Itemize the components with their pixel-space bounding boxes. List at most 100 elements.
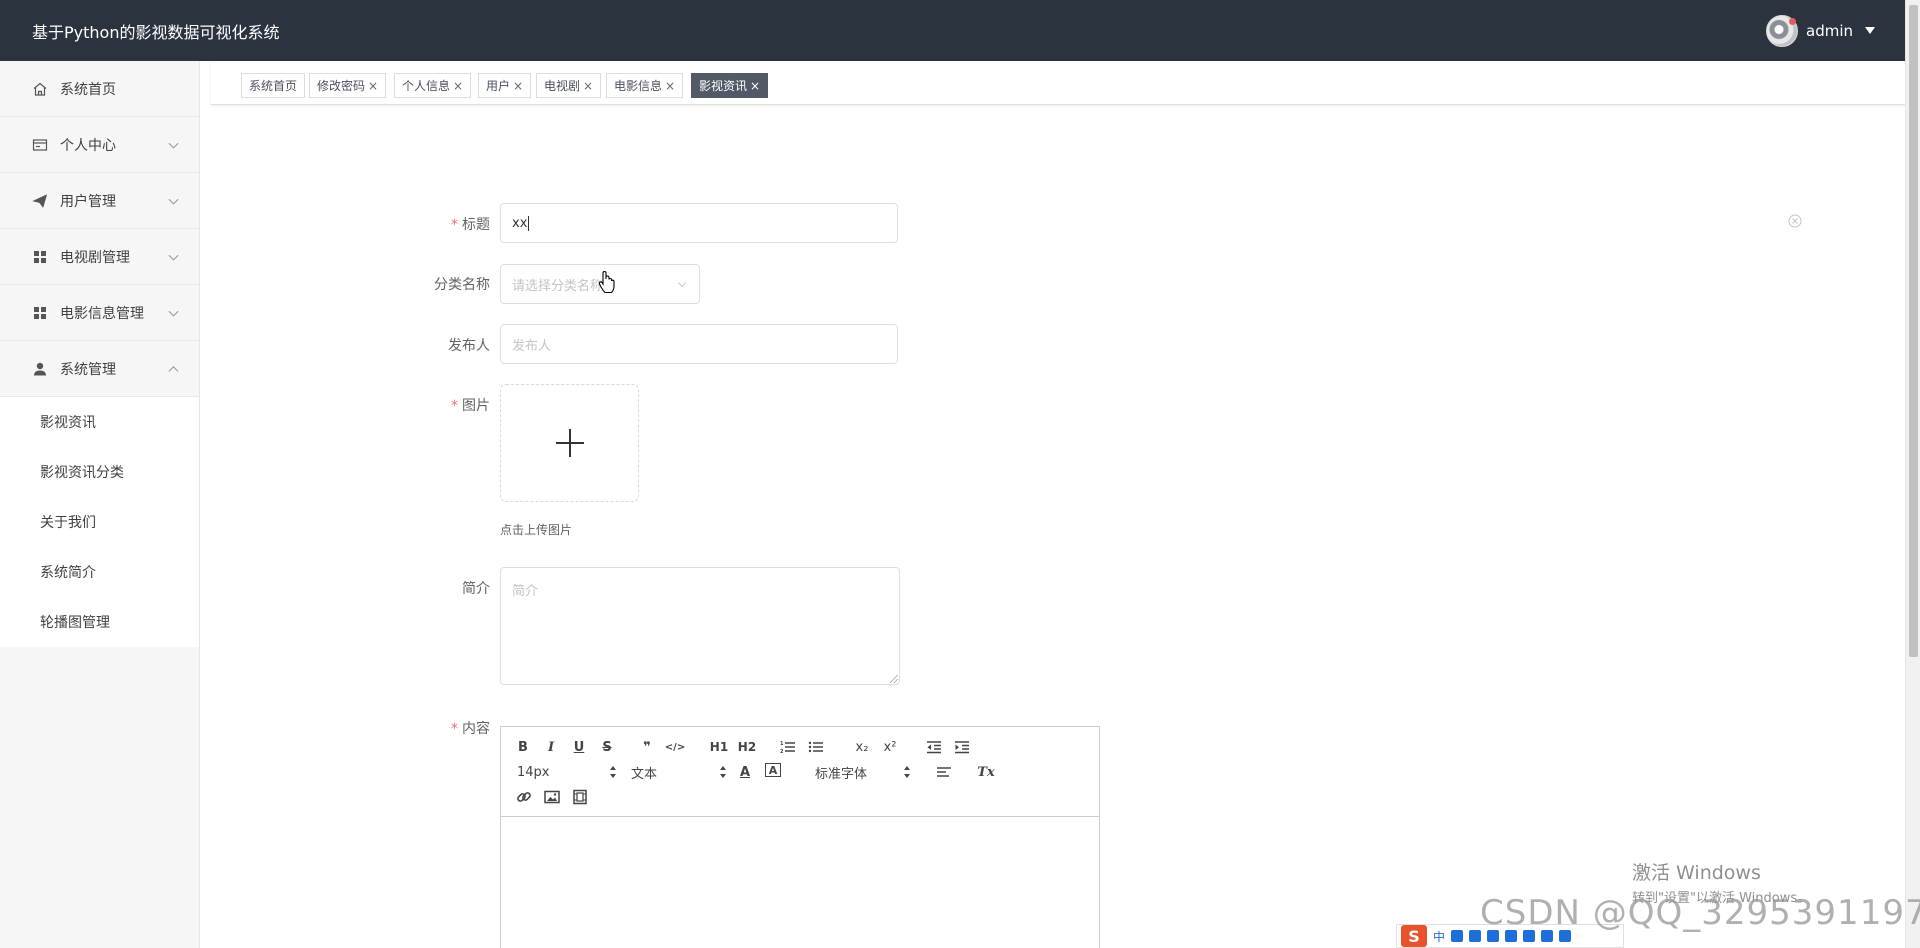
grid-icon <box>32 305 48 321</box>
sidebar-item-tv-management[interactable]: 电视剧管理 <box>0 229 199 285</box>
submenu-item-carousel[interactable]: 轮播图管理 <box>0 597 199 647</box>
publisher-placeholder: 发布人 <box>512 338 552 354</box>
link-icon[interactable] <box>515 788 533 806</box>
header-1-button[interactable]: H1 <box>709 738 729 756</box>
username[interactable]: admin <box>1806 22 1853 40</box>
close-icon[interactable]: × <box>368 79 378 93</box>
italic-button[interactable]: I <box>543 738 559 756</box>
sidebar-item-label: 电影信息管理 <box>60 305 144 322</box>
submenu-item-news-category[interactable]: 影视资讯分类 <box>0 447 199 497</box>
intro-placeholder: 简介 <box>512 584 539 599</box>
background-color-button[interactable]: A <box>765 763 781 777</box>
tag-news[interactable]: 影视资讯 × <box>691 73 769 98</box>
font-family-select[interactable]: 标准字体 <box>815 763 911 782</box>
intro-textarea[interactable]: 简介 <box>500 567 900 685</box>
hand-cursor-icon <box>598 270 615 294</box>
indent-icon[interactable] <box>953 738 971 756</box>
image-label: * 图片 <box>370 395 490 415</box>
updown-icon <box>610 766 617 778</box>
clean-format-button[interactable]: Tx <box>977 763 995 781</box>
required-mark: * <box>451 398 458 414</box>
paragraph-select[interactable]: 文本 <box>631 763 727 782</box>
align-left-icon[interactable] <box>935 763 953 781</box>
sidebar-item-user-management[interactable]: 用户管理 <box>0 173 199 229</box>
paragraph-value: 文本 <box>631 766 658 782</box>
strike-button[interactable]: S <box>599 738 615 756</box>
editor-content-area[interactable] <box>501 817 1099 948</box>
submenu-item-about[interactable]: 关于我们 <box>0 497 199 547</box>
home-icon <box>32 81 48 97</box>
resize-handle[interactable] <box>890 675 898 683</box>
video-icon[interactable] <box>571 788 589 806</box>
code-block-button[interactable]: </> <box>665 738 685 756</box>
tag-home[interactable]: 系统首页 <box>241 73 306 98</box>
id-card-icon <box>32 137 48 153</box>
image-icon[interactable] <box>543 788 561 806</box>
sidebar-item-label: 个人中心 <box>60 137 116 154</box>
tag-users[interactable]: 用户 × <box>478 73 532 98</box>
ime-logo[interactable]: S <box>1401 925 1427 947</box>
close-icon[interactable]: × <box>453 79 463 93</box>
csdn-watermark: CSDN @QQ_3295391197 <box>1480 893 1920 933</box>
tag-movie-info[interactable]: 电影信息 × <box>606 73 684 98</box>
user-menu[interactable]: admin <box>1766 14 1875 47</box>
tag-label: 影视资讯 <box>699 79 748 93</box>
superscript-button[interactable]: x² <box>881 738 899 756</box>
required-mark: * <box>451 721 458 737</box>
blockquote-button[interactable]: ❞ <box>639 738 655 756</box>
content-label: * 内容 <box>370 718 490 738</box>
updown-icon <box>904 766 911 778</box>
tag-change-password[interactable]: 修改密码 × <box>309 73 387 98</box>
bullet-list-icon[interactable] <box>807 738 825 756</box>
page-scrollbar[interactable] <box>1905 0 1920 948</box>
chevron-down-icon <box>168 138 179 149</box>
chevron-down-icon <box>168 194 179 205</box>
ordered-list-icon[interactable]: 12 <box>779 738 797 756</box>
ime-mode[interactable]: 中 <box>1433 928 1445 945</box>
top-navbar: 基于Python的影视数据可视化系统 admin <box>0 0 1905 61</box>
sidebar-item-personal-center[interactable]: 个人中心 <box>0 117 199 173</box>
sidebar-item-label: 用户管理 <box>60 193 116 210</box>
header-2-button[interactable]: H2 <box>737 738 757 756</box>
font-color-button[interactable]: A <box>737 763 753 781</box>
underline-button[interactable]: U <box>571 738 587 756</box>
caret-down-icon[interactable] <box>1865 27 1875 34</box>
svg-text:1: 1 <box>780 741 784 747</box>
avatar[interactable] <box>1766 14 1798 47</box>
tag-tv[interactable]: 电视剧 × <box>536 73 602 98</box>
title-input-value: xx <box>512 215 528 231</box>
publisher-input[interactable]: 发布人 <box>500 324 898 364</box>
tag-personal-info[interactable]: 个人信息 × <box>394 73 472 98</box>
submenu-item-system-intro[interactable]: 系统简介 <box>0 547 199 597</box>
rich-text-editor: B I U S ❞ </> H1 H2 12 x₂ x² 14px 文本 A A… <box>500 726 1100 948</box>
sidebar-item-label: 电视剧管理 <box>60 249 130 266</box>
punctuation-icon[interactable] <box>1451 930 1464 942</box>
sidebar-item-system-management[interactable]: 系统管理 <box>0 341 199 397</box>
close-icon[interactable]: × <box>583 79 593 93</box>
image-upload-button[interactable] <box>500 384 639 502</box>
close-icon[interactable]: × <box>513 79 523 93</box>
title-input[interactable]: xx <box>500 203 898 243</box>
outdent-icon[interactable] <box>925 738 943 756</box>
sidebar: 系统首页 个人中心 用户管理 电视剧管理 电影信息管理 系统管理 影视资讯 影视… <box>0 61 200 948</box>
sidebar-item-label: 系统管理 <box>60 361 116 378</box>
title-label: * 标题 <box>370 214 490 234</box>
close-icon[interactable]: × <box>750 79 760 93</box>
subscript-button[interactable]: x₂ <box>853 738 871 756</box>
image-label-text: 图片 <box>462 398 490 414</box>
tag-label: 修改密码 <box>317 79 366 93</box>
sidebar-item-movie-management[interactable]: 电影信息管理 <box>0 285 199 341</box>
app-title: 基于Python的影视数据可视化系统 <box>32 22 280 42</box>
submenu-item-news[interactable]: 影视资讯 <box>0 397 199 447</box>
bold-button[interactable]: B <box>515 738 531 756</box>
font-size-select[interactable]: 14px <box>517 763 617 781</box>
content-label-text: 内容 <box>462 721 490 737</box>
grid-icon <box>32 249 48 265</box>
scrollbar-thumb[interactable] <box>1909 5 1918 657</box>
clear-icon[interactable] <box>1788 214 1802 228</box>
updown-icon <box>720 766 727 778</box>
close-icon[interactable]: × <box>665 79 675 93</box>
sidebar-item-home[interactable]: 系统首页 <box>0 61 199 117</box>
tag-label: 个人信息 <box>402 79 451 93</box>
tag-label: 用户 <box>486 79 511 93</box>
